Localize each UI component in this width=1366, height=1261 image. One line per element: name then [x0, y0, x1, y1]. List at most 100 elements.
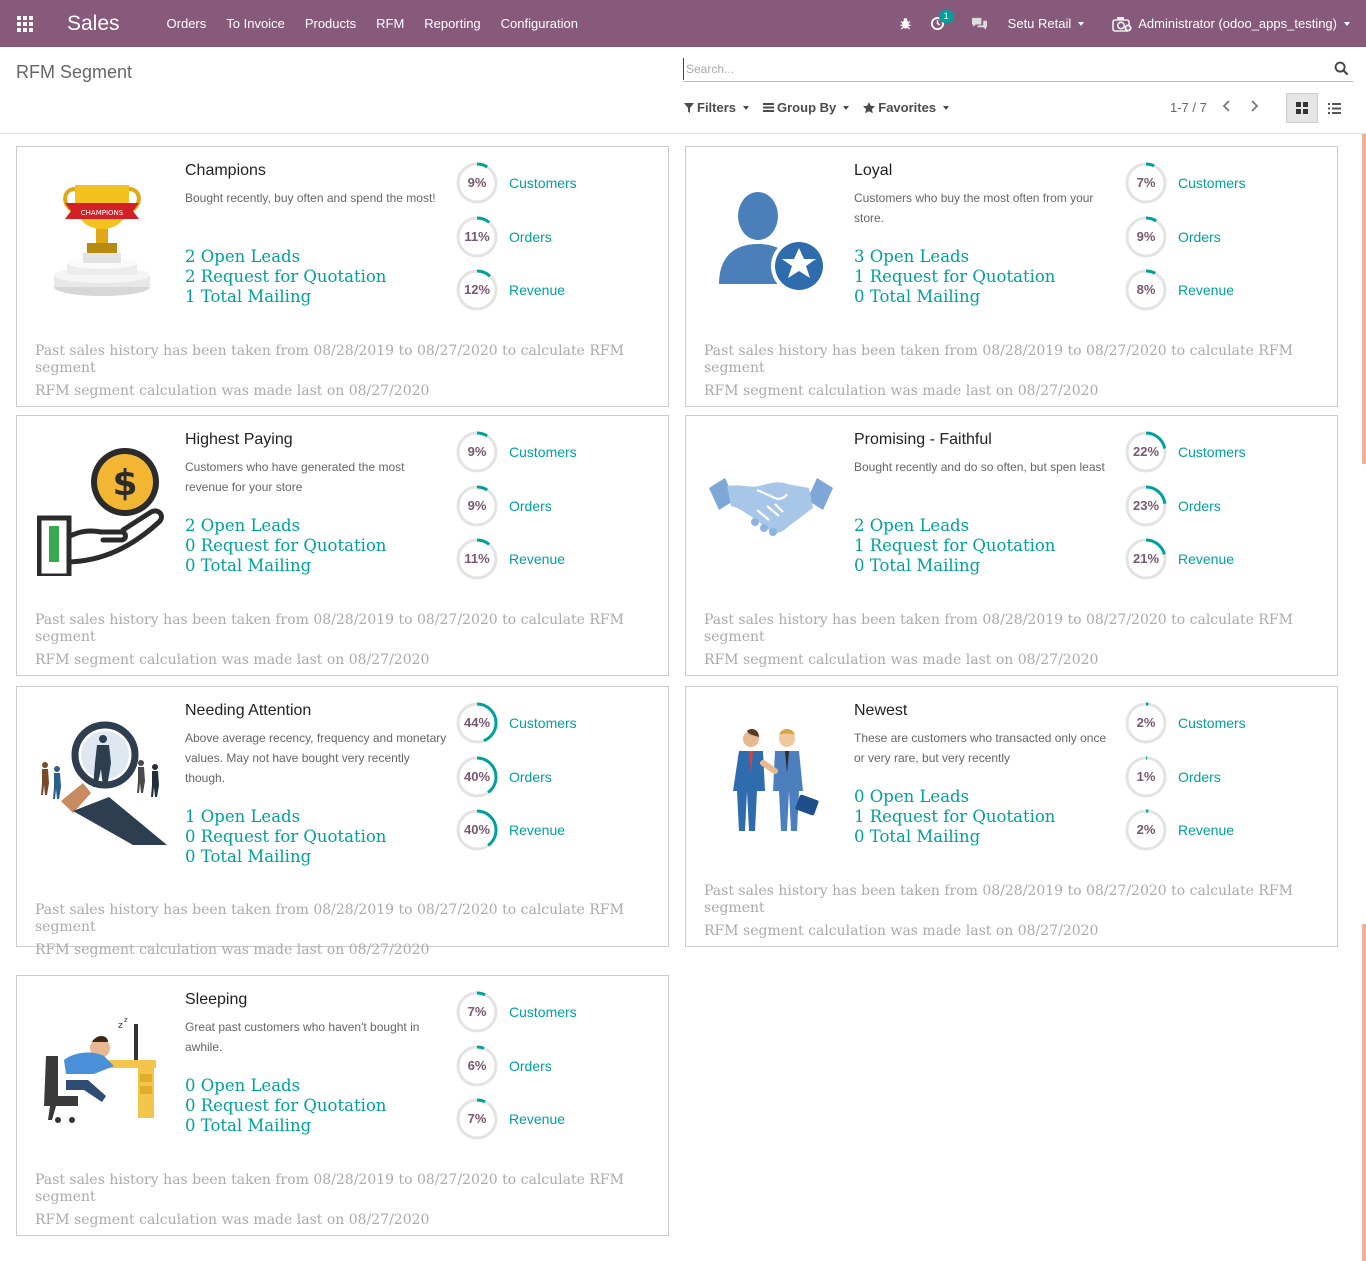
- search-icon[interactable]: [1334, 61, 1350, 77]
- stat-orders[interactable]: 9% Orders: [455, 484, 655, 528]
- stat-revenue[interactable]: 12% Revenue: [455, 268, 655, 312]
- stat-label[interactable]: Orders: [1178, 769, 1221, 785]
- quotation-link[interactable]: 1 Request for Quotation: [854, 807, 1055, 827]
- stat-customers[interactable]: 7% Customers: [455, 990, 655, 1034]
- stat-label[interactable]: Orders: [509, 769, 552, 785]
- open-leads-link[interactable]: 0 Open Leads: [854, 787, 1055, 807]
- open-leads-link[interactable]: 2 Open Leads: [185, 247, 386, 267]
- segment-card-sleeping[interactable]: z z Sleeping Great past customers who ha…: [16, 975, 669, 1236]
- stat-customers[interactable]: 9% Customers: [455, 161, 655, 205]
- quotation-link[interactable]: 0 Request for Quotation: [185, 827, 386, 847]
- segment-card-promising-faithful[interactable]: Promising - Faithful Bought recently and…: [685, 415, 1338, 676]
- debug-bug-icon[interactable]: [896, 14, 916, 34]
- quotation-link[interactable]: 0 Request for Quotation: [185, 1096, 386, 1116]
- stat-customers[interactable]: 2% Customers: [1124, 701, 1324, 745]
- company-switcher[interactable]: Setu Retail: [1008, 16, 1085, 31]
- menu-orders[interactable]: Orders: [167, 16, 207, 31]
- stat-revenue[interactable]: 11% Revenue: [455, 537, 655, 581]
- calculation-note: RFM segment calculation was made last on…: [704, 923, 1099, 939]
- chat-bubbles-icon[interactable]: [970, 14, 990, 34]
- stat-revenue[interactable]: 40% Revenue: [455, 808, 655, 852]
- stat-label[interactable]: Orders: [509, 498, 552, 514]
- stat-revenue[interactable]: 7% Revenue: [455, 1097, 655, 1141]
- app-brand[interactable]: Sales: [67, 12, 120, 36]
- percent-value: 21%: [1132, 551, 1160, 566]
- user-menu[interactable]: Administrator (odoo_apps_testing): [1112, 16, 1350, 32]
- stat-orders[interactable]: 40% Orders: [455, 755, 655, 799]
- mailing-link[interactable]: 0 Total Mailing: [185, 847, 386, 867]
- percent-donut: 23%: [1124, 484, 1168, 528]
- stat-label[interactable]: Customers: [1178, 444, 1246, 460]
- stat-label[interactable]: Orders: [509, 1058, 552, 1074]
- segment-card-loyal[interactable]: Loyal Customers who buy the most often f…: [685, 146, 1338, 407]
- svg-text:z: z: [124, 1016, 128, 1024]
- stat-label[interactable]: Revenue: [1178, 551, 1234, 567]
- quotation-link[interactable]: 1 Request for Quotation: [854, 267, 1055, 287]
- stat-label[interactable]: Customers: [509, 1004, 577, 1020]
- stat-revenue[interactable]: 21% Revenue: [1124, 537, 1324, 581]
- group-by-button[interactable]: Group By: [763, 100, 850, 115]
- stat-orders[interactable]: 1% Orders: [1124, 755, 1324, 799]
- kanban-view-button[interactable]: [1286, 93, 1318, 123]
- menu-to-invoice[interactable]: To Invoice: [226, 16, 285, 31]
- menu-reporting[interactable]: Reporting: [424, 16, 480, 31]
- stat-customers[interactable]: 44% Customers: [455, 701, 655, 745]
- quotation-link[interactable]: 1 Request for Quotation: [854, 536, 1055, 556]
- menu-rfm[interactable]: RFM: [376, 16, 404, 31]
- stat-label[interactable]: Orders: [1178, 498, 1221, 514]
- pager-previous-icon[interactable]: [1221, 98, 1237, 116]
- open-leads-link[interactable]: 0 Open Leads: [185, 1076, 386, 1096]
- segment-card-needing-attention[interactable]: Needing Attention Above average recency,…: [16, 686, 669, 958]
- open-leads-link[interactable]: 2 Open Leads: [854, 516, 1055, 536]
- mailing-link[interactable]: 0 Total Mailing: [854, 556, 1055, 576]
- stat-orders[interactable]: 6% Orders: [455, 1044, 655, 1088]
- mailing-link[interactable]: 1 Total Mailing: [185, 287, 386, 307]
- open-leads-link[interactable]: 2 Open Leads: [185, 516, 386, 536]
- segment-card-highest-paying[interactable]: $ Highest Paying Customers who have gene…: [16, 415, 669, 676]
- open-leads-link[interactable]: 1 Open Leads: [185, 807, 386, 827]
- stat-label[interactable]: Customers: [509, 175, 577, 191]
- stat-revenue[interactable]: 2% Revenue: [1124, 808, 1324, 852]
- stat-label[interactable]: Customers: [1178, 175, 1246, 191]
- stat-label[interactable]: Revenue: [509, 1111, 565, 1127]
- segment-description: Bought recently and do so often, but spe…: [854, 460, 1105, 474]
- stat-label[interactable]: Customers: [509, 715, 577, 731]
- stat-orders[interactable]: 11% Orders: [455, 215, 655, 259]
- favorites-button[interactable]: Favorites: [863, 100, 950, 115]
- mailing-link[interactable]: 0 Total Mailing: [854, 287, 1055, 307]
- open-leads-link[interactable]: 3 Open Leads: [854, 247, 1055, 267]
- stat-orders[interactable]: 23% Orders: [1124, 484, 1324, 528]
- stat-label[interactable]: Customers: [1178, 715, 1246, 731]
- stat-label[interactable]: Revenue: [509, 551, 565, 567]
- stat-customers[interactable]: 7% Customers: [1124, 161, 1324, 205]
- stat-orders[interactable]: 9% Orders: [1124, 215, 1324, 259]
- menu-products[interactable]: Products: [305, 16, 356, 31]
- mailing-link[interactable]: 0 Total Mailing: [854, 827, 1055, 847]
- stat-customers[interactable]: 22% Customers: [1124, 430, 1324, 474]
- menu-configuration[interactable]: Configuration: [501, 16, 578, 31]
- quotation-link[interactable]: 2 Request for Quotation: [185, 267, 386, 287]
- history-note: Past sales history has been taken from 0…: [704, 343, 1293, 376]
- mailing-link[interactable]: 0 Total Mailing: [185, 1116, 386, 1136]
- stat-label[interactable]: Revenue: [509, 822, 565, 838]
- stat-label[interactable]: Orders: [509, 229, 552, 245]
- filters-button[interactable]: Filters: [684, 100, 750, 115]
- segment-card-newest[interactable]: Newest These are customers who transacte…: [685, 686, 1338, 947]
- apps-menu-icon[interactable]: [0, 0, 50, 47]
- stat-revenue[interactable]: 8% Revenue: [1124, 268, 1324, 312]
- search-input[interactable]: [683, 58, 1323, 80]
- stat-customers[interactable]: 9% Customers: [455, 430, 655, 474]
- pager-next-icon[interactable]: [1248, 98, 1264, 116]
- mailing-link[interactable]: 0 Total Mailing: [185, 556, 386, 576]
- segment-card-champions[interactable]: CHAMPIONS Champions Bought recently, buy…: [16, 146, 669, 407]
- pager-value[interactable]: 1-7 / 7: [1170, 100, 1207, 115]
- stat-label[interactable]: Revenue: [1178, 282, 1234, 298]
- stat-label[interactable]: Orders: [1178, 229, 1221, 245]
- history-note: Past sales history has been taken from 0…: [704, 612, 1293, 645]
- list-view-button[interactable]: [1318, 93, 1350, 123]
- activity-clock-icon[interactable]: 1: [928, 9, 954, 34]
- stat-label[interactable]: Customers: [509, 444, 577, 460]
- stat-label[interactable]: Revenue: [1178, 822, 1234, 838]
- quotation-link[interactable]: 0 Request for Quotation: [185, 536, 386, 556]
- stat-label[interactable]: Revenue: [509, 282, 565, 298]
